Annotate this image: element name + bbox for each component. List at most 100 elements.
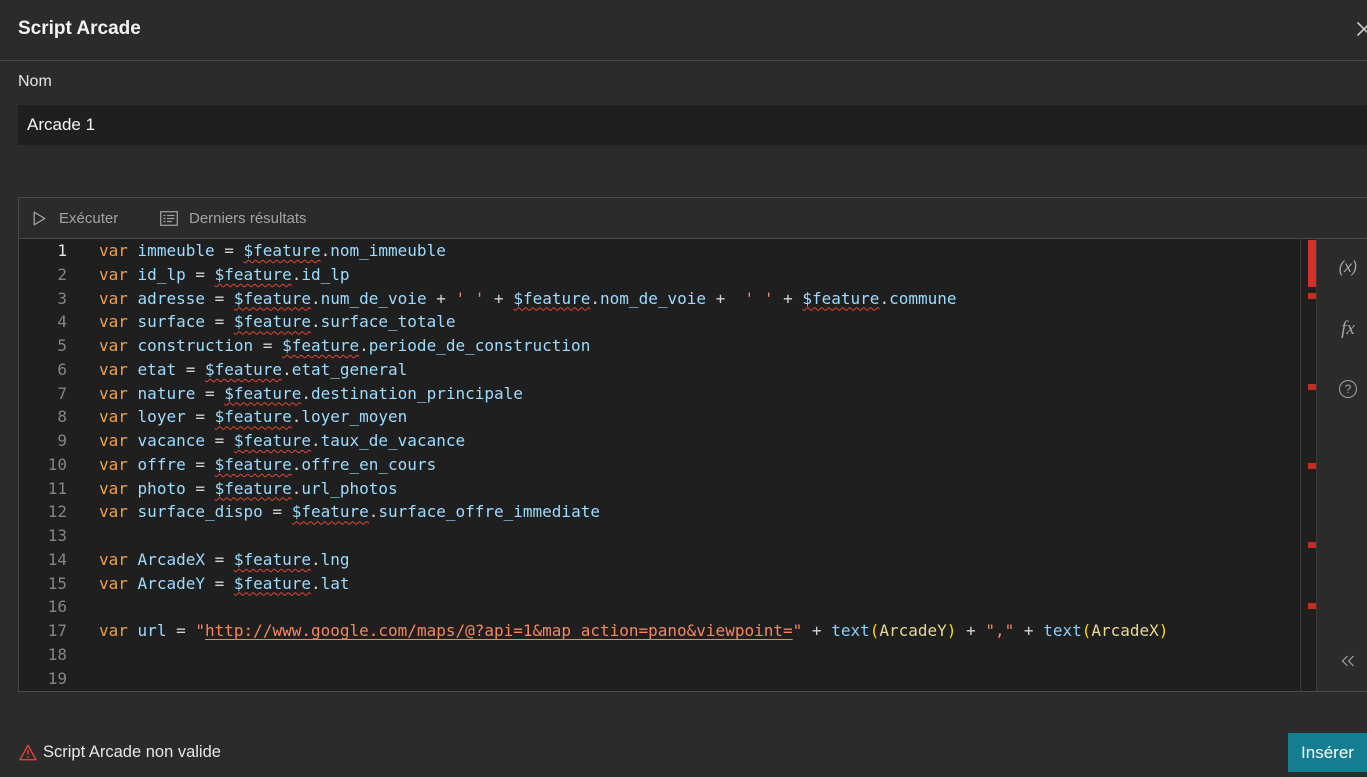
code-line[interactable]: var ArcadeX = $feature.lng bbox=[99, 548, 1294, 572]
validation-status: Script Arcade non valide bbox=[19, 742, 221, 762]
overview-ruler[interactable] bbox=[1300, 239, 1316, 691]
side-action-bar: (x) fx ? bbox=[1316, 239, 1367, 691]
line-number: 5 bbox=[57, 336, 67, 356]
operator-token: . bbox=[590, 288, 601, 308]
identifier-token: num_de_voie bbox=[320, 288, 427, 308]
line-number: 1 bbox=[57, 241, 67, 260]
code-line[interactable] bbox=[99, 524, 1294, 548]
line-number: 14 bbox=[47, 549, 67, 569]
operator-token: + bbox=[966, 621, 976, 641]
feature-global-token: $feature bbox=[214, 407, 292, 427]
name-input[interactable]: Arcade 1 bbox=[18, 105, 1367, 145]
code-line[interactable] bbox=[99, 643, 1294, 667]
keyword-token: var bbox=[99, 573, 128, 593]
collapse-icon[interactable] bbox=[1333, 649, 1363, 673]
operator-token: . bbox=[291, 478, 302, 498]
code-line[interactable]: var adresse = $feature.num_de_voie + ' '… bbox=[99, 287, 1294, 311]
code-line[interactable]: var nature = $feature.destination_princi… bbox=[99, 382, 1294, 406]
variables-glyph: (x) bbox=[1338, 259, 1358, 276]
identifier-token: nom_de_voie bbox=[600, 288, 706, 308]
line-number: 2 bbox=[57, 264, 67, 284]
feature-global-token: $feature bbox=[233, 431, 311, 451]
code-line[interactable] bbox=[99, 595, 1294, 619]
code-line[interactable]: var ArcadeY = $feature.lat bbox=[99, 572, 1294, 596]
line-number: 7 bbox=[57, 383, 67, 403]
bracket-token: ( bbox=[1081, 621, 1092, 641]
function-icon[interactable]: fx bbox=[1333, 317, 1363, 341]
insert-button[interactable]: Insérer bbox=[1288, 733, 1367, 772]
operator-token: = bbox=[214, 549, 225, 569]
variables-icon[interactable]: (x) bbox=[1333, 256, 1363, 280]
identifier-token: nom_immeuble bbox=[330, 241, 446, 260]
line-number: 19 bbox=[47, 668, 67, 688]
operator-token: . bbox=[879, 288, 890, 308]
operator-token: . bbox=[310, 573, 321, 593]
operator-token: + bbox=[783, 288, 793, 308]
error-marker bbox=[1308, 293, 1316, 299]
identifier-token: surface_totale bbox=[320, 312, 456, 332]
feature-global-token: $feature bbox=[214, 478, 292, 498]
operator-token: = bbox=[262, 336, 273, 356]
console-icon bbox=[160, 210, 178, 226]
line-number: 4 bbox=[57, 312, 67, 332]
operator-token: . bbox=[310, 431, 321, 451]
operator-token: = bbox=[195, 478, 205, 498]
code-line[interactable]: var surface_dispo = $feature.surface_off… bbox=[99, 500, 1294, 524]
code-line[interactable]: var construction = $feature.periode_de_c… bbox=[99, 334, 1294, 358]
identifier-token: surface_offre_immediate bbox=[378, 502, 600, 522]
play-icon bbox=[33, 211, 46, 225]
function-token: text bbox=[1043, 621, 1082, 641]
identifier-token: periode_de_construction bbox=[368, 336, 591, 356]
identifier-token: taux_de_vacance bbox=[320, 431, 466, 451]
feature-global-token: $feature bbox=[233, 549, 311, 569]
operator-token: + bbox=[494, 288, 504, 308]
line-number: 12 bbox=[47, 502, 67, 522]
identifier-token: nature bbox=[137, 383, 196, 403]
operator-token: = bbox=[214, 312, 225, 332]
operator-token: . bbox=[282, 359, 292, 379]
code-lines[interactable]: var immeuble = $feature.nom_immeuble var … bbox=[99, 239, 1294, 691]
feature-global-token: $feature bbox=[214, 454, 292, 474]
keyword-token: var bbox=[99, 383, 128, 403]
code-line[interactable]: var surface = $feature.surface_totale bbox=[99, 310, 1294, 334]
code-line[interactable]: var offre = $feature.offre_en_cours bbox=[99, 453, 1294, 477]
help-circle: ? bbox=[1339, 380, 1357, 398]
feature-global-token: $feature bbox=[291, 502, 369, 522]
operator-token: = bbox=[214, 288, 225, 308]
identifier-token: etat_general bbox=[291, 359, 408, 379]
code-line[interactable] bbox=[99, 667, 1294, 691]
identifier-token: immeuble bbox=[137, 241, 215, 260]
run-button[interactable]: Exécuter bbox=[33, 198, 118, 238]
last-results-button[interactable]: Derniers résultats bbox=[160, 198, 307, 238]
code-line[interactable]: var etat = $feature.etat_general bbox=[99, 358, 1294, 382]
feature-global-token: $feature bbox=[214, 264, 292, 284]
code-line[interactable]: var immeuble = $feature.nom_immeuble bbox=[99, 239, 1294, 263]
code-line[interactable]: var photo = $feature.url_photos bbox=[99, 477, 1294, 501]
identifier-token: url bbox=[137, 621, 167, 641]
line-number: 8 bbox=[57, 407, 67, 427]
operator-token: = bbox=[204, 383, 215, 403]
code-line[interactable]: var vacance = $feature.taux_de_vacance bbox=[99, 429, 1294, 453]
bracket-token: ) bbox=[946, 621, 957, 641]
feature-global-token: $feature bbox=[224, 383, 302, 403]
operator-token: + bbox=[811, 621, 822, 641]
code-line[interactable]: var id_lp = $feature.id_lp bbox=[99, 263, 1294, 287]
code-line[interactable]: var url = "http://www.google.com/maps/@?… bbox=[99, 619, 1294, 643]
operator-token: . bbox=[310, 288, 321, 308]
operator-token: = bbox=[185, 359, 196, 379]
feature-global-token: $feature bbox=[243, 241, 321, 260]
help-icon[interactable]: ? bbox=[1333, 377, 1363, 401]
code-line[interactable]: var loyer = $feature.loyer_moyen bbox=[99, 405, 1294, 429]
operator-token: + bbox=[436, 288, 446, 308]
feature-global-token: $feature bbox=[802, 288, 880, 308]
line-number: 17 bbox=[47, 621, 67, 641]
feature-global-token: $feature bbox=[513, 288, 591, 308]
keyword-token: var bbox=[99, 241, 128, 260]
identifier-token: destination_principale bbox=[310, 383, 523, 403]
keyword-token: var bbox=[99, 359, 128, 379]
code-area[interactable]: 1 2 3 4 5 6 7 8 9 10 11 12 13 14 15 16 17 18 19 var immeub… bbox=[19, 239, 1367, 691]
line-number: 6 bbox=[57, 359, 67, 379]
error-marker bbox=[1308, 463, 1316, 469]
bracket-token: ( bbox=[869, 621, 880, 641]
close-icon[interactable] bbox=[1356, 21, 1367, 37]
